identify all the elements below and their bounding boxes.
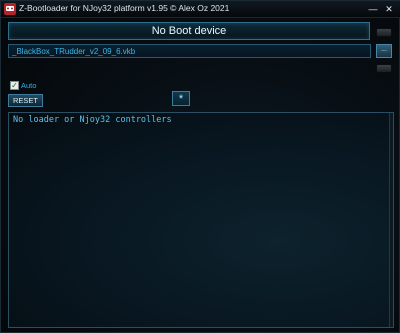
console-log[interactable]: No loader or Njoy32 controllers (8, 112, 394, 328)
main-window: Z-Bootloader for NJoy32 platform v1.95 ©… (0, 0, 400, 333)
close-button[interactable]: ✕ (383, 3, 395, 15)
app-icon (4, 3, 16, 15)
console-text: No loader or Njoy32 controllers (13, 115, 172, 125)
status-display: No Boot device (8, 22, 370, 40)
side-button-top[interactable] (376, 28, 392, 37)
reset-button[interactable]: RESET (8, 94, 43, 107)
firmware-file-field[interactable]: _BlackBox_TRudder_v2_09_6.vkb (8, 44, 371, 58)
console-scrollbar[interactable] (389, 113, 393, 327)
side-button-bottom[interactable] (376, 64, 392, 73)
minimize-button[interactable]: — (367, 3, 379, 15)
asterisk-button[interactable]: * (172, 91, 190, 106)
browse-button[interactable]: ... (376, 44, 392, 58)
window-title: Z-Bootloader for NJoy32 platform v1.95 ©… (19, 3, 230, 13)
auto-checkbox[interactable]: ✓ (10, 81, 19, 90)
auto-label: Auto (21, 81, 37, 90)
title-bar[interactable]: Z-Bootloader for NJoy32 platform v1.95 ©… (1, 1, 400, 18)
